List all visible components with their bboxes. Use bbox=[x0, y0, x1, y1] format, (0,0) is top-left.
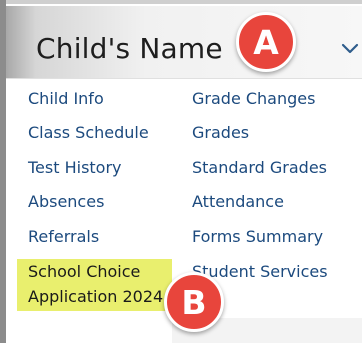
child-name-title: Child's Name bbox=[36, 32, 223, 65]
callout-a-label: A bbox=[253, 22, 279, 62]
link-school-choice-line2[interactable]: Application 2024 bbox=[28, 287, 163, 306]
link-school-choice-line1[interactable]: School Choice bbox=[28, 262, 140, 281]
link-attendance[interactable]: Attendance bbox=[192, 192, 284, 211]
callout-badge-b: B bbox=[164, 272, 224, 332]
child-header[interactable]: Child's Name bbox=[6, 6, 362, 79]
link-child-info[interactable]: Child Info bbox=[28, 89, 104, 108]
link-absences[interactable]: Absences bbox=[28, 192, 104, 211]
chevron-down-icon[interactable] bbox=[340, 42, 360, 56]
link-test-history[interactable]: Test History bbox=[28, 158, 122, 177]
callout-badge-a: A bbox=[236, 12, 296, 72]
link-class-schedule[interactable]: Class Schedule bbox=[28, 123, 149, 142]
link-grade-changes[interactable]: Grade Changes bbox=[192, 89, 315, 108]
link-referrals[interactable]: Referrals bbox=[28, 227, 99, 246]
link-grades[interactable]: Grades bbox=[192, 123, 249, 142]
student-menu-panel: Child's Name Child Info Class Schedule T… bbox=[0, 0, 362, 343]
top-divider bbox=[0, 0, 362, 4]
link-standard-grades[interactable]: Standard Grades bbox=[192, 158, 327, 177]
callout-b-label: B bbox=[181, 282, 207, 322]
link-forms-summary[interactable]: Forms Summary bbox=[192, 227, 323, 246]
